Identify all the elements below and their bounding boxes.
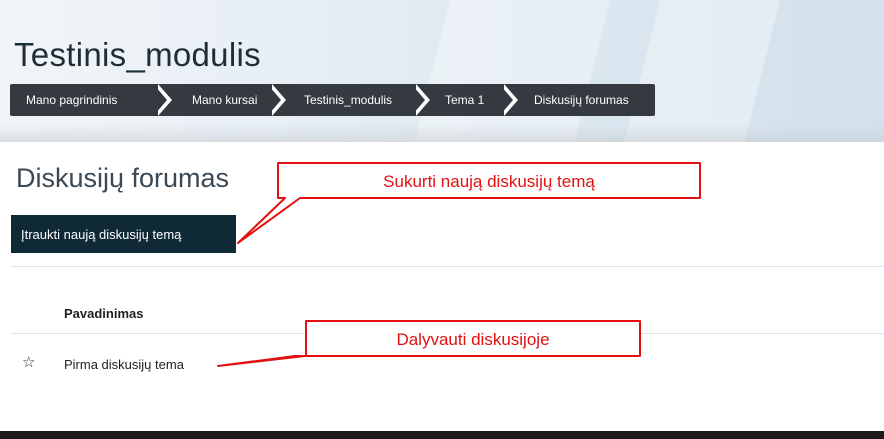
annotation-layer (217, 162, 701, 367)
callout-participate-text: Dalyvauti diskusijoje (396, 330, 550, 349)
callout-create-topic-text: Sukurti naują diskusijų temą (383, 172, 595, 191)
